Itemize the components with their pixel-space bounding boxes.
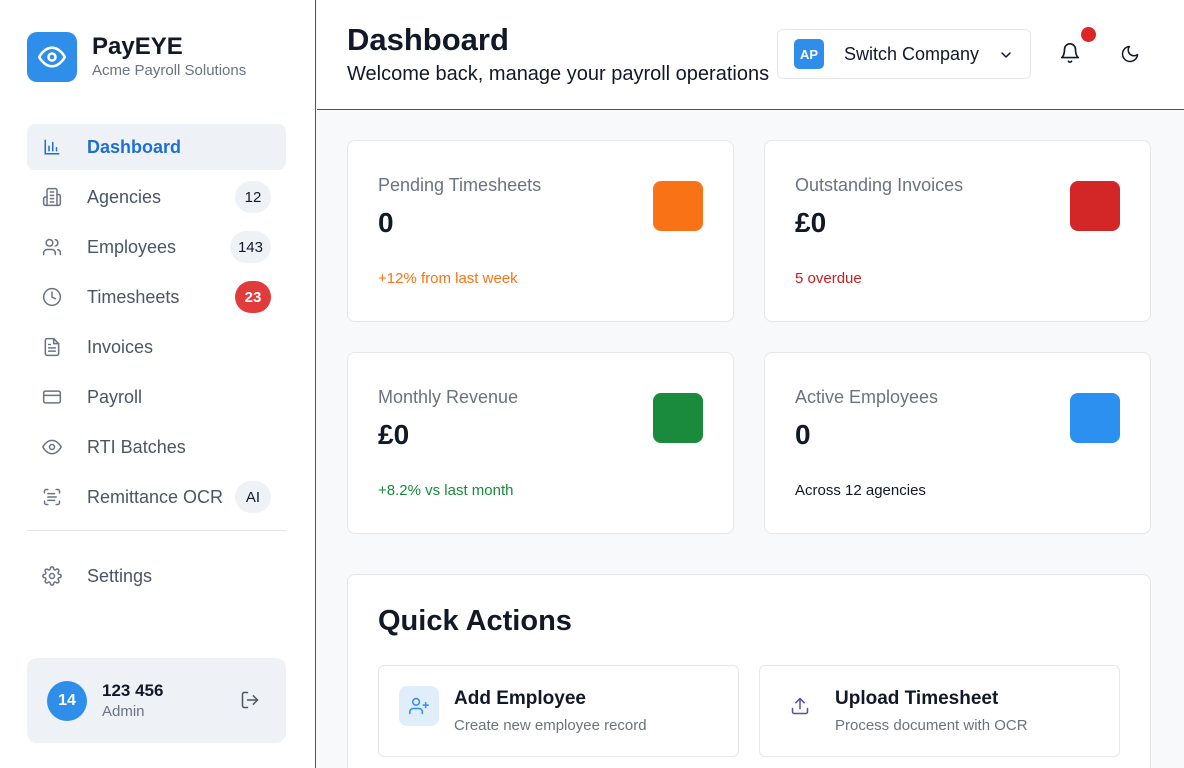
avatar: 14 [47, 680, 87, 721]
stat-color-square [653, 393, 703, 443]
user-name: 123 456 [102, 680, 164, 700]
quick-action-desc: Create new employee record [454, 717, 647, 734]
quick-actions-title: Quick Actions [378, 605, 572, 637]
sidebar-item-agencies[interactable]: Agencies 12 [27, 174, 286, 220]
building-icon [42, 187, 62, 207]
stat-trend: +8.2% vs last month [378, 482, 514, 499]
eye-icon [42, 437, 62, 457]
stat-color-square [1070, 393, 1120, 443]
sidebar-item-label: Settings [87, 565, 153, 586]
sidebar-item-rti-batches[interactable]: RTI Batches [27, 424, 286, 470]
stat-value: 0 [795, 419, 811, 450]
chevron-down-icon [998, 47, 1014, 68]
page-subtitle: Welcome back, manage your payroll operat… [347, 63, 770, 85]
sidebar-item-timesheets[interactable]: Timesheets 23 [27, 274, 286, 320]
ai-badge: AI [235, 481, 271, 513]
stat-trend: +12% from last week [378, 270, 518, 287]
user-role: Admin [102, 702, 145, 720]
quick-action-desc: Process document with OCR [835, 717, 1028, 734]
sidebar-item-label: RTI Batches [87, 436, 186, 457]
stat-card-monthly-revenue: Monthly Revenue £0 +8.2% vs last month [347, 352, 734, 534]
brand[interactable]: PayEYE Acme Payroll Solutions [27, 32, 246, 82]
quick-actions-panel: Quick Actions Add Employee Create new em… [347, 574, 1151, 768]
file-text-icon [42, 337, 62, 357]
brand-name: PayEYE [92, 33, 183, 60]
stat-trend: Across 12 agencies [795, 482, 926, 499]
count-badge: 12 [235, 181, 271, 213]
brand-subtitle: Acme Payroll Solutions [92, 62, 247, 79]
sidebar-item-label: Timesheets [87, 286, 180, 307]
stat-color-square [1070, 181, 1120, 231]
header: Dashboard Welcome back, manage your payr… [317, 0, 1184, 110]
stat-value: £0 [378, 419, 410, 450]
user-card: 14 123 456 Admin [27, 658, 286, 743]
stat-trend: 5 overdue [795, 270, 862, 287]
sidebar-item-label: Remittance OCR [87, 486, 224, 507]
credit-card-icon [42, 387, 62, 407]
moon-icon[interactable] [1120, 44, 1142, 66]
sidebar-item-dashboard[interactable]: Dashboard [27, 124, 286, 170]
sidebar-item-remittance-ocr[interactable]: Remittance OCR AI [27, 474, 286, 520]
switch-company-label: Switch Company [844, 43, 980, 64]
count-badge: 143 [229, 231, 271, 263]
gear-icon [42, 566, 62, 586]
company-avatar: AP [794, 39, 824, 69]
stat-card-active-employees: Active Employees 0 Across 12 agencies [764, 352, 1151, 534]
stat-value: 0 [378, 207, 394, 238]
sidebar-item-label: Payroll [87, 386, 143, 407]
logout-icon[interactable] [240, 690, 262, 712]
upload-timesheet-button[interactable]: Upload Timesheet Process document with O… [759, 665, 1120, 757]
sidebar-item-label: Employees [87, 236, 177, 257]
clock-icon [42, 287, 62, 307]
scan-icon [42, 487, 62, 507]
stat-value: £0 [795, 207, 827, 238]
notification-dot [1081, 27, 1096, 42]
sidebar-item-label: Invoices [87, 336, 154, 357]
sidebar-item-employees[interactable]: Employees 143 [27, 224, 286, 270]
stat-label: Monthly Revenue [378, 387, 519, 407]
stat-card-pending-timesheets: Pending Timesheets 0 +12% from last week [347, 140, 734, 322]
stat-label: Active Employees [795, 387, 939, 407]
sidebar-item-settings[interactable]: Settings [27, 553, 286, 599]
sidebar-item-label: Agencies [87, 186, 162, 207]
stat-label: Pending Timesheets [378, 175, 542, 195]
sidebar-divider [27, 530, 286, 531]
switch-company-button[interactable]: AP Switch Company [777, 29, 1031, 79]
stat-color-square [653, 181, 703, 231]
users-icon [42, 237, 62, 257]
quick-action-name: Upload Timesheet [835, 688, 999, 709]
sidebar: PayEYE Acme Payroll Solutions Dashboard … [0, 0, 316, 768]
sidebar-item-invoices[interactable]: Invoices [27, 324, 286, 370]
bar-chart-icon [42, 137, 62, 157]
sidebar-item-payroll[interactable]: Payroll [27, 374, 286, 420]
sidebar-item-label: Dashboard [87, 136, 182, 157]
stat-card-outstanding-invoices: Outstanding Invoices £0 5 overdue [764, 140, 1151, 322]
page-title: Dashboard [347, 22, 509, 57]
add-employee-button[interactable]: Add Employee Create new employee record [378, 665, 739, 757]
user-plus-icon [399, 686, 439, 726]
eye-logo-icon [27, 32, 77, 82]
count-badge: 23 [235, 281, 271, 313]
bell-icon[interactable] [1059, 42, 1083, 66]
stat-label: Outstanding Invoices [795, 175, 964, 195]
upload-icon [780, 686, 820, 726]
quick-action-name: Add Employee [454, 688, 586, 709]
sidebar-nav: Dashboard Agencies 12 Employees 143 Time… [27, 124, 286, 603]
